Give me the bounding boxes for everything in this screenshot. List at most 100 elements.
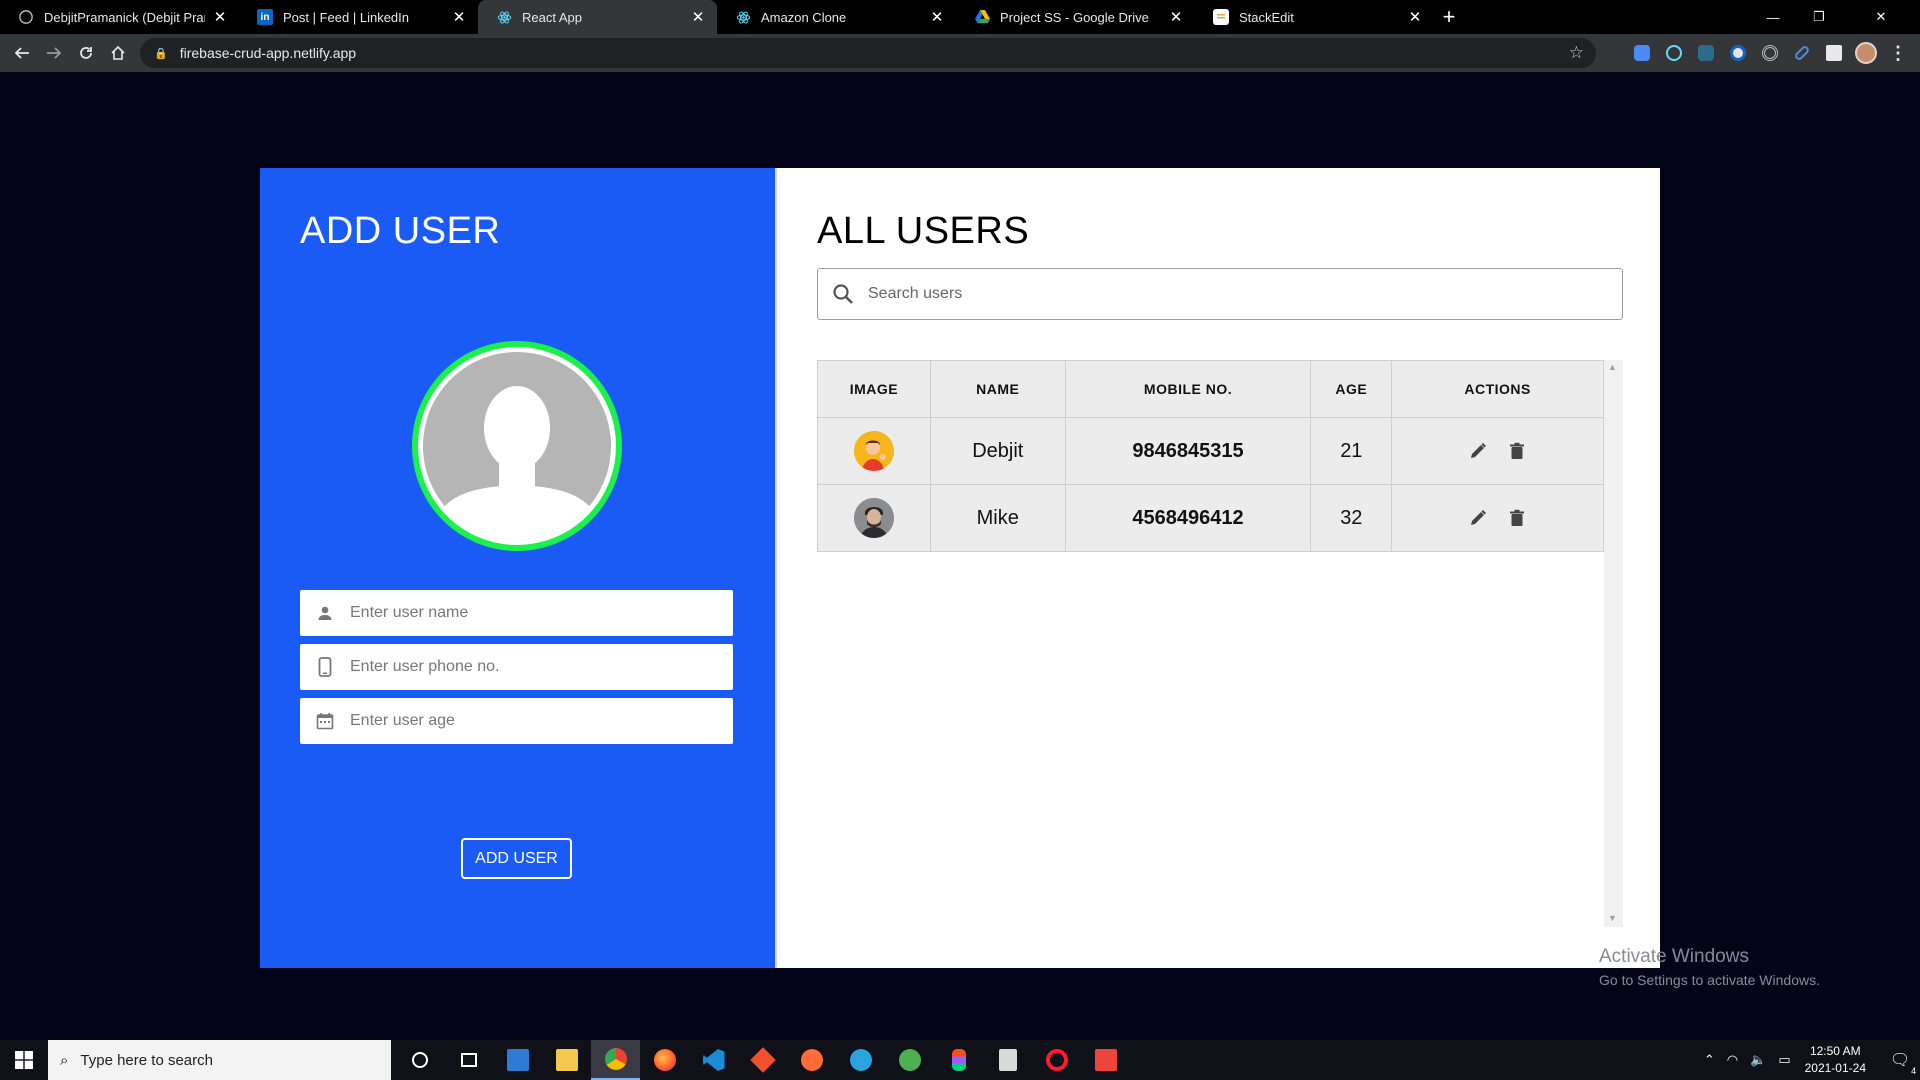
user-image-cell bbox=[817, 417, 931, 485]
profile-avatar[interactable] bbox=[1850, 38, 1882, 68]
browser-menu-icon[interactable]: ⋮ bbox=[1882, 38, 1914, 68]
user-name-cell: Debjit bbox=[929, 417, 1066, 485]
activate-windows-watermark: Activate Windows Go to Settings to activ… bbox=[1599, 946, 1820, 988]
search-input[interactable] bbox=[868, 285, 1568, 303]
telegram-icon[interactable] bbox=[836, 1040, 885, 1080]
volume-icon[interactable]: 🔈 bbox=[1750, 1052, 1766, 1068]
browser-toolbar: 🔒 firebase-crud-app.netlify.app ☆ ⋮ bbox=[0, 34, 1920, 72]
tab-stackedit[interactable]: StackEdit ✕ bbox=[1195, 0, 1434, 34]
taskbar-search-placeholder: Type here to search bbox=[80, 1051, 213, 1069]
close-icon[interactable]: ✕ bbox=[689, 8, 707, 26]
file-explorer-icon[interactable] bbox=[542, 1040, 591, 1080]
avatar-upload[interactable] bbox=[412, 341, 622, 551]
edit-icon[interactable] bbox=[1461, 436, 1495, 466]
user-mobile-cell: 9846845315 bbox=[1064, 417, 1312, 485]
user-phone-input[interactable] bbox=[350, 647, 720, 687]
puzzle-extensions-icon[interactable] bbox=[1818, 38, 1850, 68]
scroll-down-icon[interactable]: ▼ bbox=[1608, 913, 1617, 923]
extensions-area: ⋮ bbox=[1626, 34, 1914, 72]
close-icon[interactable]: ✕ bbox=[1167, 8, 1185, 26]
notification-count: 4 bbox=[1911, 1066, 1917, 1076]
react-devtools-icon[interactable] bbox=[1658, 38, 1690, 68]
minimize-icon[interactable]: — bbox=[1750, 0, 1796, 34]
scroll-up-icon[interactable]: ▲ bbox=[1608, 362, 1617, 372]
tab-react-app[interactable]: React App ✕ bbox=[478, 0, 717, 34]
postman-icon[interactable] bbox=[787, 1040, 836, 1080]
user-name-field[interactable] bbox=[300, 590, 733, 636]
user-name-cell: Mike bbox=[929, 484, 1066, 552]
restore-icon[interactable]: ❐ bbox=[1796, 0, 1842, 34]
close-icon[interactable]: ✕ bbox=[1406, 8, 1424, 26]
user-age-input[interactable] bbox=[350, 701, 720, 741]
close-icon[interactable]: ✕ bbox=[928, 8, 946, 26]
store-app-icon[interactable] bbox=[493, 1040, 542, 1080]
cortana-icon[interactable] bbox=[395, 1040, 444, 1080]
firefox-icon[interactable] bbox=[640, 1040, 689, 1080]
users-table-container[interactable]: IMAGE NAME MOBILE NO. AGE ACTIONS Debjit… bbox=[817, 360, 1623, 927]
forward-button[interactable] bbox=[38, 37, 70, 69]
tab-github[interactable]: DebjitPramanick (Debjit Pramanick) ✕ bbox=[0, 0, 239, 34]
tab-title: StackEdit bbox=[1239, 9, 1294, 25]
linkedin-icon: in bbox=[257, 9, 273, 25]
taskbar-clock[interactable]: 12:50 AM 2021-01-24 bbox=[1805, 1043, 1866, 1077]
user-name-input[interactable] bbox=[350, 593, 720, 633]
column-header-name: NAME bbox=[929, 360, 1066, 418]
edit-icon[interactable] bbox=[1461, 503, 1495, 533]
delete-icon[interactable] bbox=[1500, 503, 1534, 533]
home-button[interactable] bbox=[102, 37, 134, 69]
bookmark-star-icon[interactable]: ☆ bbox=[1569, 43, 1584, 63]
link-extension-icon[interactable] bbox=[1786, 38, 1818, 68]
table-header-row: IMAGE NAME MOBILE NO. AGE ACTIONS bbox=[817, 360, 1604, 418]
home-icon bbox=[111, 45, 125, 60]
crud-app: ADD USER Enter user name Enter user phon… bbox=[260, 168, 1660, 968]
calculator-icon[interactable] bbox=[983, 1040, 1032, 1080]
actions-cell bbox=[1391, 417, 1604, 485]
back-button[interactable] bbox=[6, 37, 38, 69]
search-icon bbox=[818, 283, 868, 305]
chevron-up-icon[interactable]: ⌃ bbox=[1704, 1052, 1715, 1068]
figma-icon[interactable] bbox=[934, 1040, 983, 1080]
tab-title: Project SS - Google Drive bbox=[1000, 9, 1149, 25]
utorrent-icon[interactable] bbox=[885, 1040, 934, 1080]
google-drive-icon bbox=[974, 9, 990, 25]
add-user-button[interactable]: ADD USER bbox=[461, 838, 572, 879]
tab-google-drive[interactable]: Project SS - Google Drive ✕ bbox=[956, 0, 1195, 34]
taskbar-search[interactable]: ⌕ Type here to search bbox=[48, 1040, 391, 1080]
circle-extension-icon[interactable] bbox=[1722, 38, 1754, 68]
git-icon[interactable] bbox=[738, 1040, 787, 1080]
user-phone-field[interactable] bbox=[300, 644, 733, 690]
new-tab-button[interactable]: + bbox=[1434, 0, 1464, 34]
close-icon[interactable]: ✕ bbox=[211, 8, 229, 26]
notification-center-icon[interactable]: 🗨 4 bbox=[1880, 1040, 1920, 1080]
translate-extension-icon[interactable] bbox=[1626, 38, 1658, 68]
vscode-icon[interactable] bbox=[689, 1040, 738, 1080]
close-window-icon[interactable]: ✕ bbox=[1842, 0, 1920, 34]
battery-icon[interactable]: ▭ bbox=[1778, 1052, 1790, 1068]
tab-amazon-clone[interactable]: Amazon Clone ✕ bbox=[717, 0, 956, 34]
chrome-taskbar-icon[interactable] bbox=[591, 1040, 640, 1080]
task-view-icon[interactable] bbox=[444, 1040, 493, 1080]
default-avatar-icon bbox=[423, 352, 611, 540]
tab-title: DebjitPramanick (Debjit Pramanick) bbox=[44, 9, 205, 25]
tab-title: Amazon Clone bbox=[761, 9, 847, 25]
url-text: firebase-crud-app.netlify.app bbox=[179, 45, 357, 61]
opera-icon[interactable] bbox=[1032, 1040, 1081, 1080]
column-header-actions: ACTIONS bbox=[1391, 360, 1604, 418]
tab-title: Post | Feed | LinkedIn bbox=[283, 9, 409, 25]
table-scrollbar[interactable]: ▲ ▼ bbox=[1604, 360, 1623, 927]
windows-logo-icon bbox=[15, 1051, 33, 1069]
clock-time: 12:50 AM bbox=[1809, 1044, 1861, 1058]
user-age-field[interactable] bbox=[300, 698, 733, 744]
reload-button[interactable] bbox=[70, 37, 102, 69]
address-bar[interactable]: 🔒 firebase-crud-app.netlify.app ☆ bbox=[140, 38, 1596, 68]
search-box[interactable] bbox=[817, 268, 1623, 320]
delete-icon[interactable] bbox=[1500, 436, 1534, 466]
tab-linkedin[interactable]: in Post | Feed | LinkedIn ✕ bbox=[239, 0, 478, 34]
close-icon[interactable]: ✕ bbox=[450, 8, 468, 26]
target-extension-icon[interactable] bbox=[1754, 38, 1786, 68]
start-button[interactable] bbox=[0, 1040, 48, 1080]
anydesk-icon[interactable] bbox=[1081, 1040, 1130, 1080]
actions-cell bbox=[1391, 484, 1604, 552]
new-extension-icon[interactable] bbox=[1690, 38, 1722, 68]
wifi-icon[interactable]: ◠ bbox=[1727, 1052, 1738, 1068]
